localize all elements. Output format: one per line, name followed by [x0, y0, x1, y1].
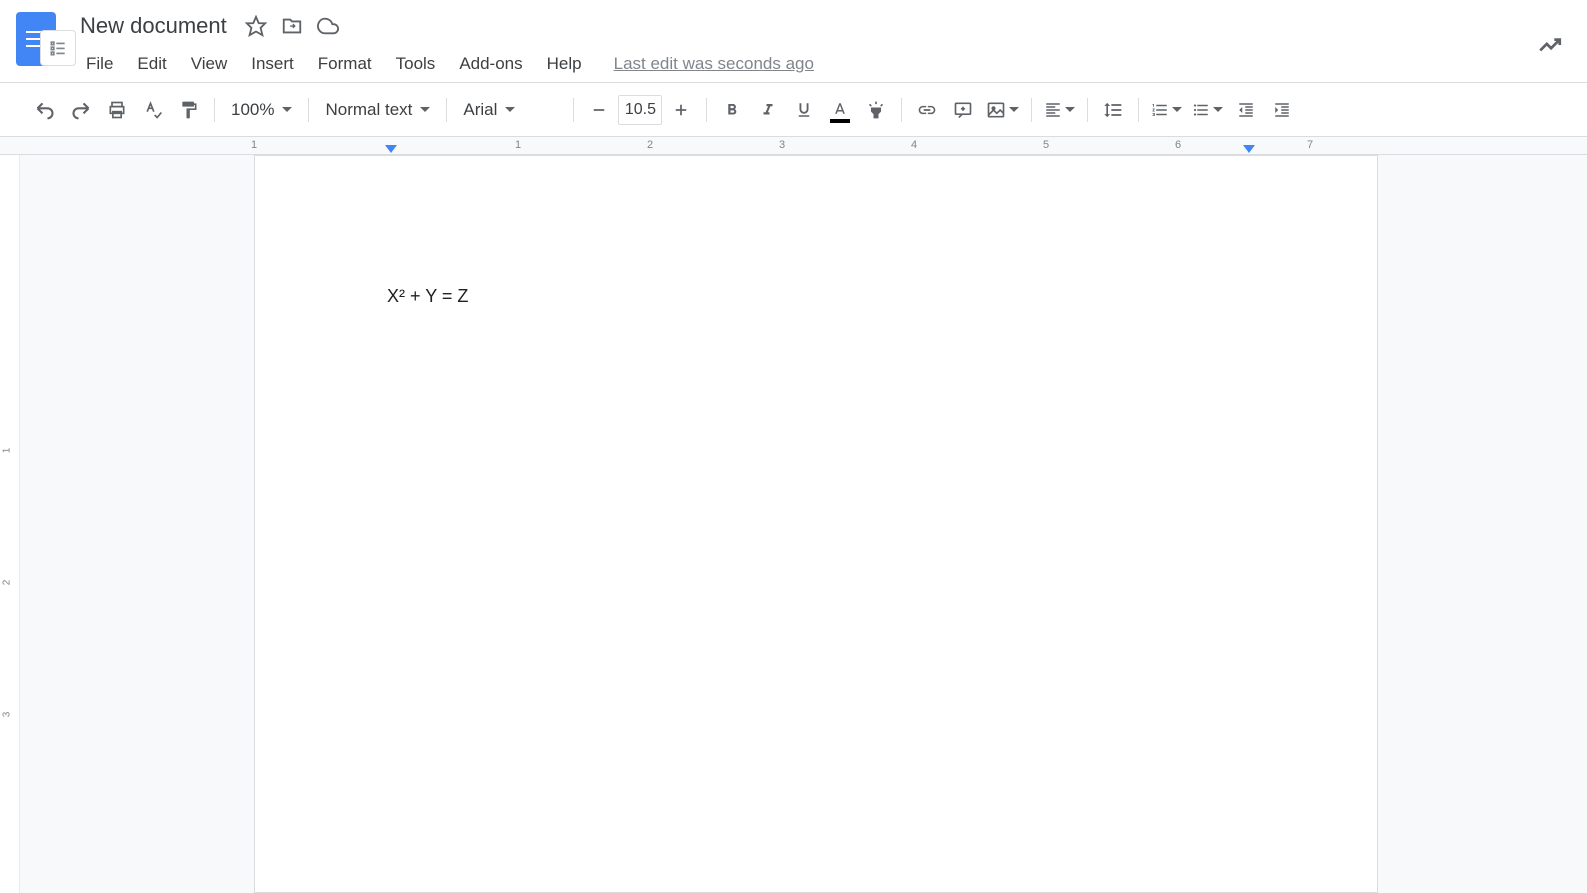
- menu-format[interactable]: Format: [308, 50, 382, 78]
- chevron-down-icon: [1213, 107, 1223, 112]
- ruler-tick: 5: [1043, 139, 1049, 151]
- menu-insert[interactable]: Insert: [241, 50, 304, 78]
- document-title[interactable]: New document: [76, 11, 231, 41]
- header-bar: New document File Edit View Insert Forma…: [0, 0, 1587, 82]
- undo-button[interactable]: [28, 93, 62, 127]
- move-icon[interactable]: [281, 15, 303, 37]
- horizontal-ruler[interactable]: 1 1 2 3 4 5 6 7: [0, 137, 1587, 155]
- add-comment-button[interactable]: [946, 93, 980, 127]
- chevron-down-icon: [1009, 107, 1019, 112]
- ruler-tick: 1: [1, 448, 12, 454]
- chevron-down-icon: [1065, 107, 1075, 112]
- activity-icon[interactable]: [1529, 24, 1571, 66]
- line-spacing-button[interactable]: [1096, 93, 1130, 127]
- bulleted-list-button[interactable]: [1188, 93, 1227, 127]
- ruler-tick: 1: [251, 139, 257, 151]
- font-value: Arial: [463, 100, 497, 120]
- spellcheck-button[interactable]: [136, 93, 170, 127]
- font-select[interactable]: Arial: [455, 93, 565, 127]
- ruler-tick: 2: [647, 139, 653, 151]
- align-button[interactable]: [1040, 93, 1079, 127]
- chevron-down-icon: [282, 107, 292, 112]
- font-size-input[interactable]: [618, 95, 662, 125]
- ruler-tick: 3: [1, 712, 12, 718]
- chevron-down-icon: [505, 107, 515, 112]
- outline-toggle-button[interactable]: [40, 30, 76, 66]
- text-color-button[interactable]: [823, 93, 857, 127]
- ruler-tick: 4: [911, 139, 917, 151]
- cloud-status-icon[interactable]: [317, 15, 339, 37]
- decrease-indent-button[interactable]: [1229, 93, 1263, 127]
- ruler-tick: 2: [1, 580, 12, 586]
- insert-link-button[interactable]: [910, 93, 944, 127]
- menu-help[interactable]: Help: [537, 50, 592, 78]
- ruler-tick: 7: [1307, 139, 1313, 151]
- ruler-tick: 3: [779, 139, 785, 151]
- menu-edit[interactable]: Edit: [127, 50, 176, 78]
- chevron-down-icon: [1172, 107, 1182, 112]
- increase-indent-button[interactable]: [1265, 93, 1299, 127]
- numbered-list-button[interactable]: [1147, 93, 1186, 127]
- paint-format-button[interactable]: [172, 93, 206, 127]
- star-icon[interactable]: [245, 15, 267, 37]
- menubar: File Edit View Insert Format Tools Add-o…: [76, 46, 1529, 82]
- ruler-indent-marker-right[interactable]: [1243, 145, 1255, 153]
- highlight-button[interactable]: [859, 93, 893, 127]
- menu-addons[interactable]: Add-ons: [449, 50, 532, 78]
- vertical-ruler[interactable]: 1 2 3: [0, 155, 20, 893]
- zoom-select[interactable]: 100%: [223, 93, 300, 127]
- insert-image-button[interactable]: [982, 93, 1023, 127]
- ruler-tick: 6: [1175, 139, 1181, 151]
- ruler-tick: 1: [515, 139, 521, 151]
- menu-file[interactable]: File: [76, 50, 123, 78]
- increase-font-button[interactable]: [664, 93, 698, 127]
- redo-button[interactable]: [64, 93, 98, 127]
- menu-view[interactable]: View: [181, 50, 238, 78]
- style-select[interactable]: Normal text: [317, 93, 438, 127]
- document-content[interactable]: X² + Y = Z: [387, 286, 1245, 307]
- bold-button[interactable]: [715, 93, 749, 127]
- ruler-indent-marker-left[interactable]: [385, 145, 397, 153]
- underline-button[interactable]: [787, 93, 821, 127]
- last-edit-link[interactable]: Last edit was seconds ago: [614, 54, 814, 74]
- style-value: Normal text: [325, 100, 412, 120]
- chevron-down-icon: [420, 107, 430, 112]
- zoom-value: 100%: [231, 100, 274, 120]
- document-page[interactable]: X² + Y = Z: [254, 155, 1378, 893]
- italic-button[interactable]: [751, 93, 785, 127]
- print-button[interactable]: [100, 93, 134, 127]
- decrease-font-button[interactable]: [582, 93, 616, 127]
- toolbar: 100% Normal text Arial: [0, 82, 1587, 137]
- menu-tools[interactable]: Tools: [386, 50, 446, 78]
- document-area: 1 2 3 X² + Y = Z: [0, 155, 1587, 893]
